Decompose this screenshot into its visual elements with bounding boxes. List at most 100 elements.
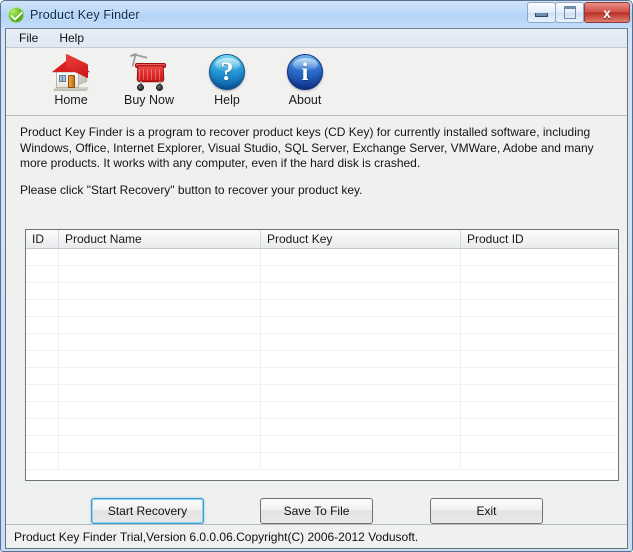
table-cell bbox=[461, 266, 618, 282]
table-cell bbox=[461, 402, 618, 418]
table-row[interactable] bbox=[26, 283, 618, 300]
table-cell bbox=[26, 300, 59, 316]
start-recovery-button[interactable]: Start Recovery bbox=[91, 498, 204, 524]
description-paragraph-2: Please click "Start Recovery" button to … bbox=[20, 182, 363, 197]
table-cell bbox=[26, 436, 59, 452]
table-cell bbox=[461, 317, 618, 333]
table-cell bbox=[26, 385, 59, 401]
minimize-icon bbox=[535, 13, 548, 17]
table-cell bbox=[461, 283, 618, 299]
table-row[interactable] bbox=[26, 419, 618, 436]
column-header-product-id[interactable]: Product ID bbox=[461, 230, 618, 248]
table-cell bbox=[59, 334, 261, 350]
toolbar-button-home[interactable]: Home bbox=[32, 48, 110, 108]
toolbar-label-home: Home bbox=[54, 93, 88, 107]
question-mark-glyph: ? bbox=[220, 57, 234, 86]
toolbar-label-help: Help bbox=[214, 93, 240, 107]
table-cell bbox=[261, 453, 461, 469]
close-button[interactable]: x bbox=[584, 2, 630, 23]
table-cell bbox=[261, 266, 461, 282]
column-header-id[interactable]: ID bbox=[26, 230, 59, 248]
description-block: Product Key Finder is a program to recov… bbox=[6, 116, 627, 198]
house-icon bbox=[50, 52, 92, 94]
shopping-cart-icon bbox=[128, 52, 170, 94]
toolbar: Home Buy Now ? Help i About bbox=[6, 48, 627, 116]
table-row[interactable] bbox=[26, 453, 618, 470]
application-window: Product Key Finder x File Help Home Buy … bbox=[0, 0, 633, 552]
table-cell bbox=[461, 453, 618, 469]
table-cell bbox=[261, 419, 461, 435]
table-cell bbox=[26, 419, 59, 435]
table-cell bbox=[261, 249, 461, 265]
toolbar-button-help[interactable]: ? Help bbox=[188, 48, 266, 108]
table-cell bbox=[461, 436, 618, 452]
table-cell bbox=[26, 453, 59, 469]
table-body bbox=[26, 249, 618, 480]
table-cell bbox=[59, 436, 261, 452]
minimize-button[interactable] bbox=[527, 2, 556, 23]
table-cell bbox=[26, 283, 59, 299]
table-cell bbox=[261, 368, 461, 384]
table-cell bbox=[261, 334, 461, 350]
info-glyph: i bbox=[301, 58, 309, 86]
table-cell bbox=[59, 317, 261, 333]
menu-bar: File Help bbox=[6, 29, 627, 48]
exit-button[interactable]: Exit bbox=[430, 498, 543, 524]
table-cell bbox=[59, 368, 261, 384]
info-circle-icon: i bbox=[284, 52, 326, 94]
status-bar-text: Product Key Finder Trial,Version 6.0.0.0… bbox=[14, 529, 419, 544]
table-row[interactable] bbox=[26, 402, 618, 419]
toolbar-button-about[interactable]: i About bbox=[266, 48, 344, 108]
table-cell bbox=[59, 249, 261, 265]
table-cell bbox=[461, 334, 618, 350]
table-cell bbox=[461, 368, 618, 384]
table-cell bbox=[261, 351, 461, 367]
table-cell bbox=[59, 266, 261, 282]
product-key-table[interactable]: ID Product Name Product Key Product ID bbox=[25, 229, 619, 481]
table-row[interactable] bbox=[26, 385, 618, 402]
table-cell bbox=[261, 436, 461, 452]
title-bar[interactable]: Product Key Finder x bbox=[1, 1, 632, 28]
table-cell bbox=[59, 385, 261, 401]
table-cell bbox=[461, 249, 618, 265]
menu-item-file[interactable]: File bbox=[16, 31, 47, 46]
toolbar-button-buy-now[interactable]: Buy Now bbox=[110, 48, 188, 108]
table-cell bbox=[261, 402, 461, 418]
table-cell bbox=[461, 351, 618, 367]
toolbar-label-buy-now: Buy Now bbox=[123, 93, 175, 107]
table-row[interactable] bbox=[26, 368, 618, 385]
save-to-file-button[interactable]: Save To File bbox=[260, 498, 373, 524]
description-paragraph-1: Product Key Finder is a program to recov… bbox=[20, 125, 594, 170]
table-cell bbox=[26, 368, 59, 384]
maximize-icon bbox=[563, 6, 576, 19]
table-row[interactable] bbox=[26, 436, 618, 453]
table-cell bbox=[59, 300, 261, 316]
status-bar: Product Key Finder Trial,Version 6.0.0.0… bbox=[6, 524, 627, 548]
table-row[interactable] bbox=[26, 334, 618, 351]
table-cell bbox=[26, 334, 59, 350]
table-cell bbox=[26, 351, 59, 367]
table-cell bbox=[59, 351, 261, 367]
table-cell bbox=[261, 317, 461, 333]
window-controls: x bbox=[527, 2, 630, 23]
maximize-button[interactable] bbox=[555, 2, 584, 23]
column-header-product-key[interactable]: Product Key bbox=[261, 230, 461, 248]
table-cell bbox=[26, 266, 59, 282]
table-row[interactable] bbox=[26, 317, 618, 334]
close-icon: x bbox=[603, 4, 611, 21]
menu-item-help[interactable]: Help bbox=[56, 31, 93, 46]
table-cell bbox=[59, 283, 261, 299]
table-row[interactable] bbox=[26, 249, 618, 266]
column-header-product-name[interactable]: Product Name bbox=[59, 230, 261, 248]
green-check-circle-icon bbox=[8, 6, 24, 23]
table-cell bbox=[461, 300, 618, 316]
table-row[interactable] bbox=[26, 266, 618, 283]
table-row[interactable] bbox=[26, 351, 618, 368]
table-cell bbox=[461, 385, 618, 401]
table-cell bbox=[26, 317, 59, 333]
table-row[interactable] bbox=[26, 300, 618, 317]
table-cell bbox=[261, 385, 461, 401]
table-cell bbox=[59, 402, 261, 418]
table-cell bbox=[26, 249, 59, 265]
client-area: File Help Home Buy Now ? Help i About Pr… bbox=[5, 28, 628, 549]
